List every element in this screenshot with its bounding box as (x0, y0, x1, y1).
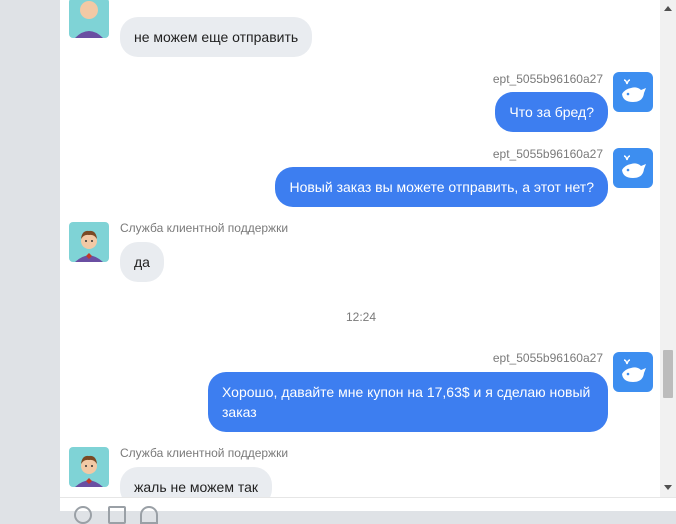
heart-icon[interactable] (140, 506, 158, 524)
message-text: да (134, 254, 150, 270)
support-agent-avatar (69, 0, 109, 38)
emoji-icon[interactable] (74, 506, 92, 524)
message-text: не можем еще отправить (134, 29, 299, 45)
agent-sender-name: Служба клиентной поддержки (120, 446, 289, 460)
user-message-bubble: Хорошо, давайте мне купон на 17,63$ и я … (208, 372, 608, 432)
chat-panel[interactable]: не можем еще отправить ept_5055b96160a27… (60, 0, 660, 497)
agent-message-bubble: жаль не можем так (120, 467, 272, 497)
message-text: жаль не можем так (134, 479, 258, 495)
user-avatar-whale-icon (613, 72, 653, 112)
agent-message-bubble: не можем еще отправить (120, 17, 313, 57)
user-message-bubble: Новый заказ вы можете отправить, а этот … (275, 167, 608, 207)
scroll-up-arrow-icon[interactable] (664, 6, 672, 11)
chat-scrollbar[interactable] (660, 0, 676, 497)
user-message-bubble: Что за бред? (495, 92, 608, 132)
user-sender-name: ept_5055b96160a27 (492, 147, 603, 161)
support-agent-avatar (69, 222, 109, 262)
message-timestamp: 12:24 (346, 310, 377, 324)
scrollbar-thumb[interactable] (663, 350, 673, 398)
user-avatar-whale-icon (613, 352, 653, 392)
agent-sender-name: Служба клиентной поддержки (120, 221, 289, 235)
message-text: Что за бред? (509, 104, 594, 120)
composer-toolbar (60, 497, 676, 524)
user-sender-name: ept_5055b96160a27 (492, 72, 603, 86)
message-text: Новый заказ вы можете отправить, а этот … (289, 179, 594, 195)
attach-file-icon[interactable] (108, 506, 126, 524)
user-avatar-whale-icon (613, 148, 653, 188)
scroll-down-arrow-icon[interactable] (664, 485, 672, 490)
user-sender-name: ept_5055b96160a27 (492, 351, 603, 365)
agent-message-bubble: да (120, 242, 164, 282)
message-text: Хорошо, давайте мне купон на 17,63$ и я … (222, 384, 591, 420)
support-agent-avatar (69, 447, 109, 487)
